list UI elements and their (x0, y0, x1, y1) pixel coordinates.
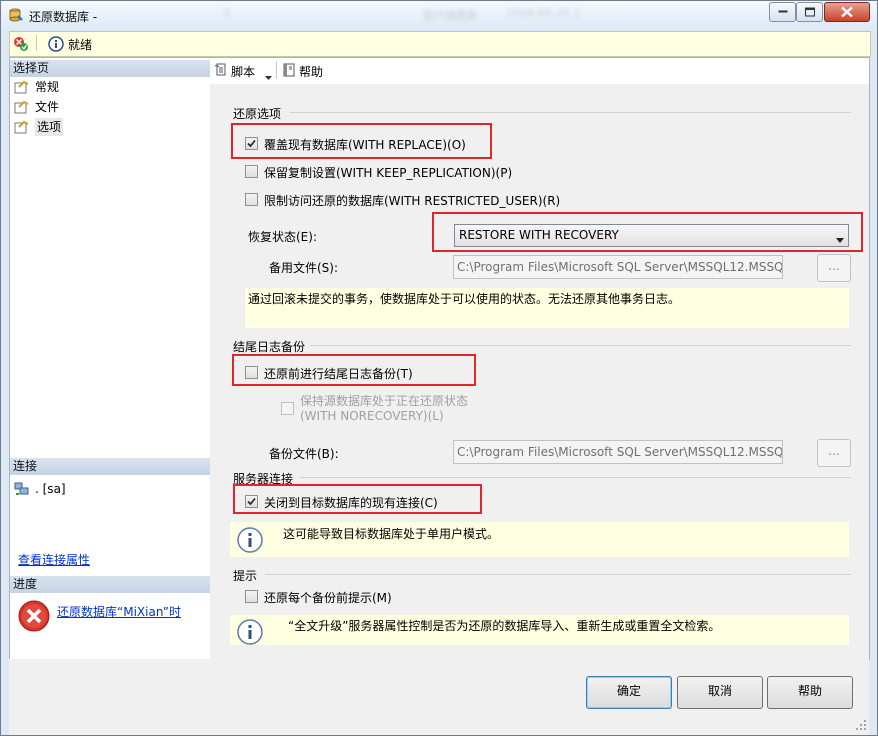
highlight-box (231, 123, 492, 159)
backup-browse-button[interactable]: ... (817, 439, 851, 467)
checkbox-box[interactable] (245, 193, 258, 206)
prompt-note: “全文升级”服务器属性控制是否为还原的数据库导入、重新生成或重置全文检索。 (230, 615, 849, 645)
connection-header: 连接 (10, 458, 210, 475)
page-label: 选项 (35, 118, 64, 136)
maximize-button[interactable] (796, 2, 823, 22)
highlight-box (232, 354, 476, 386)
info-icon (237, 527, 263, 556)
page-icon (14, 120, 30, 139)
blurred-text: 客户端更新 (423, 9, 478, 22)
checkbox-box[interactable] (245, 590, 258, 603)
blurred-text: 2016-05-15 1 (506, 7, 581, 20)
standby-file-value: C:\Program Files\Microsoft SQL Server\MS… (457, 260, 783, 274)
recovery-note: 通过回滚未提交的事务，使数据库处于可以使用的状态。无法还原其他事务日志。 (245, 288, 849, 328)
checkbox-label: 限制访问还原的数据库(WITH RESTRICTED_USER)(R) (264, 194, 561, 208)
title-bar[interactable]: 还原数据库 - 3 客户端更新 2016-05-15 1 (1, 1, 877, 31)
cancel-button[interactable]: 取消 (677, 676, 763, 709)
close-button[interactable] (824, 2, 870, 22)
left-pane: 选择页 常规 文件 选项 连接 . [sa] 查看连接属性 进度 还原数据库“M… (9, 57, 211, 660)
note-text: “全文升级”服务器属性控制是否为还原的数据库导入、重新生成或重置全文检索。 (288, 619, 721, 633)
note-text: 这可能导致目标数据库处于单用户模式。 (283, 527, 500, 541)
progress-header: 进度 (10, 576, 210, 593)
checkbox-label: 还原每个备份前提示(M) (264, 591, 392, 605)
minimize-button[interactable] (769, 2, 796, 22)
info-icon (48, 36, 64, 55)
checkbox-label: 保留复制设置(WITH KEEP_REPLICATION)(P) (264, 166, 513, 180)
connection-value: . [sa] (35, 482, 66, 496)
checkbox-label: 保持源数据库处于正在还原状态 (300, 394, 469, 408)
backup-file-input[interactable]: C:\Program Files\Microsoft SQL Server\MS… (453, 440, 783, 464)
database-restore-icon (9, 8, 23, 22)
restore-options-title: 还原选项 (233, 107, 282, 121)
highlight-box (233, 484, 482, 514)
highlight-box (432, 212, 863, 252)
help-button[interactable]: 帮助 (767, 676, 853, 709)
page-label: 文件 (35, 100, 60, 114)
restore-database-window: 还原数据库 - 3 客户端更新 2016-05-15 1 就绪 选择页 常规 文… (0, 0, 878, 736)
progress-error-link[interactable]: 还原数据库“MiXian”时 (57, 603, 181, 620)
info-icon (237, 619, 263, 648)
checkbox-box[interactable] (245, 165, 258, 178)
group-divider (265, 574, 851, 575)
note-text: 通过回滚未提交的事务，使数据库处于可以使用的状态。无法还原其他事务日志。 (248, 292, 681, 306)
page-icon (14, 100, 30, 119)
group-divider (300, 477, 851, 478)
script-label: 脚本 (231, 65, 256, 79)
toolbar: 脚本 帮助 (210, 58, 869, 84)
standby-browse-button[interactable]: ... (817, 254, 851, 282)
group-divider (310, 345, 851, 346)
recovery-state-label: 恢复状态(E): (248, 230, 317, 244)
page-label: 常规 (35, 80, 60, 94)
options-content: 还原选项 覆盖现有数据库(WITH REPLACE)(O) 保留复制设置(WIT… (210, 84, 869, 659)
status-divider (36, 35, 37, 51)
group-divider (290, 112, 851, 113)
server-connection-icon (14, 482, 30, 501)
blurred-title-detail: 3 客户端更新 2016-05-15 1 (101, 7, 580, 23)
blurred-text: 3 (223, 7, 230, 20)
connection-note: 这可能导致目标数据库处于单用户模式。 (230, 522, 849, 557)
error-icon[interactable] (13, 36, 29, 55)
standby-file-label: 备用文件(S): (269, 261, 339, 275)
checkbox-box[interactable] (281, 402, 294, 415)
window-title: 还原数据库 - (29, 10, 98, 24)
backup-file-value: C:\Program Files\Microsoft SQL Server\MS… (457, 445, 783, 459)
script-icon (214, 63, 228, 80)
help-label: 帮助 (299, 65, 324, 79)
prompt-title: 提示 (233, 569, 258, 583)
ok-button[interactable]: 确定 (586, 676, 672, 709)
standby-file-input[interactable]: C:\Program Files\Microsoft SQL Server\MS… (453, 255, 783, 279)
status-bar: 就绪 (9, 31, 871, 57)
status-text: 就绪 (68, 38, 93, 52)
help-book-icon (282, 63, 296, 80)
resize-grip-icon[interactable] (856, 719, 866, 733)
tail-log-title: 结尾日志备份 (233, 340, 306, 354)
select-page-header: 选择页 (10, 60, 210, 77)
right-pane: 脚本 帮助 还原选项 覆盖现有数据库(WITH REPLACE)(O) 保留复制… (210, 57, 870, 660)
checkbox-label-line2: (WITH NORECOVERY)(L) (300, 409, 444, 423)
page-icon (14, 80, 30, 99)
error-circle-icon (18, 600, 50, 635)
chevron-down-icon[interactable] (265, 69, 272, 83)
backup-file-label: 备份文件(B): (269, 447, 339, 461)
view-connection-properties-link[interactable]: 查看连接属性 (18, 551, 90, 568)
toolbar-divider (276, 61, 277, 79)
button-bar: 确定 取消 帮助 (9, 659, 869, 735)
